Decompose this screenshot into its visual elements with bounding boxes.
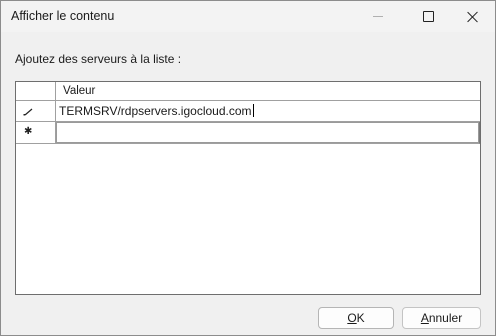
close-icon — [467, 11, 479, 23]
cancel-mnemonic: A — [420, 311, 429, 325]
minimize-button[interactable] — [355, 1, 401, 32]
close-button[interactable] — [450, 1, 496, 32]
cancel-label-rest: nnuler — [428, 311, 463, 325]
new-row[interactable]: ✱ — [16, 122, 480, 144]
grid-header-row: Valeur — [16, 82, 480, 101]
pencil-icon — [23, 108, 33, 116]
dialog-window: Afficher le contenu Ajoutez des serveurs… — [0, 0, 496, 336]
table-row[interactable]: TERMSRV/rdpservers.igocloud.com — [16, 101, 480, 122]
new-value-cell[interactable] — [56, 122, 480, 144]
row-header-corner — [16, 82, 56, 101]
window-title: Afficher le contenu — [11, 9, 115, 23]
minimize-icon — [373, 16, 383, 17]
text-caret — [252, 104, 254, 117]
prompt-label: Ajoutez des serveurs à la liste : — [15, 52, 182, 66]
value-text[interactable]: TERMSRV/rdpservers.igocloud.com — [59, 104, 252, 118]
ok-mnemonic: O — [347, 311, 357, 325]
ok-label-rest: K — [356, 311, 365, 325]
values-grid[interactable]: Valeur TERMSRV/rdpservers.igocloud.com ✱ — [15, 81, 481, 295]
new-row-star-icon: ✱ — [24, 126, 33, 137]
maximize-button[interactable] — [405, 1, 451, 32]
row-header[interactable] — [16, 101, 56, 122]
value-cell[interactable]: TERMSRV/rdpservers.igocloud.com — [56, 101, 480, 122]
ok-button[interactable]: OK — [318, 307, 394, 329]
cancel-button[interactable]: Annuler — [402, 307, 481, 329]
maximize-icon — [422, 11, 434, 22]
column-header-valeur[interactable]: Valeur — [56, 82, 480, 101]
row-header[interactable]: ✱ — [16, 122, 56, 144]
title-bar[interactable]: Afficher le contenu — [1, 1, 495, 32]
